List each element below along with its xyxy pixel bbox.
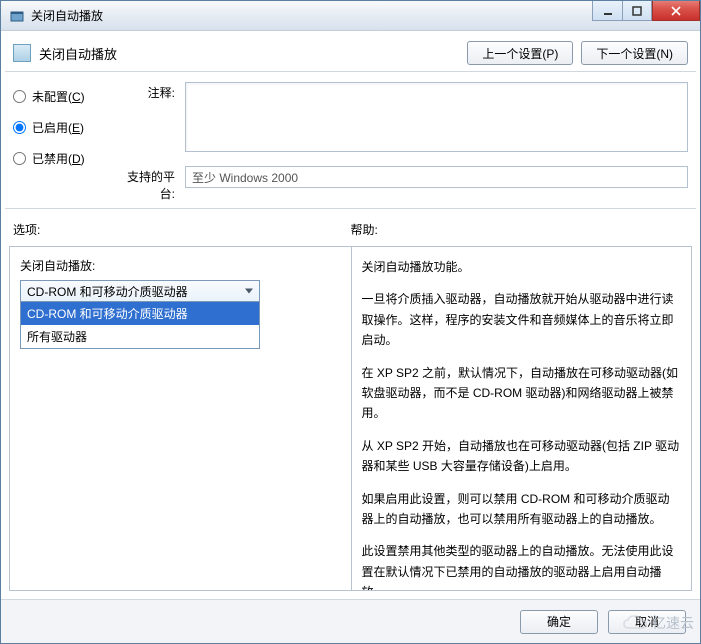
help-paragraph: 从 XP SP2 开始，自动播放也在可移动驱动器(包括 ZIP 驱动器和某些 U… [362,436,682,477]
radio-not-configured[interactable]: 未配置(C) [13,88,113,105]
autoplay-combobox: CD-ROM 和可移动介质驱动器 CD-ROM 和可移动介质驱动器 所有驱动器 [20,280,260,349]
radio-disabled-label: 已禁用(D) [32,150,85,167]
help-section-label: 帮助: [351,221,689,238]
titlebar: 关闭自动播放 [1,1,700,31]
help-paragraph: 如果启用此设置，则可以禁用 CD-ROM 和可移动介质驱动器上的自动播放，也可以… [362,489,682,530]
state-radio-group: 未配置(C) 已启用(E) 已禁用(D) [13,82,113,202]
comment-grid: 注释: 支持的平台: 至少 Windows 2000 [113,82,688,202]
radio-enabled[interactable]: 已启用(E) [13,119,113,136]
divider [5,208,696,209]
combobox-dropdown: CD-ROM 和可移动介质驱动器 所有驱动器 [20,302,260,349]
close-button[interactable] [652,1,700,21]
cancel-button[interactable]: 取消 [608,610,686,634]
config-section: 未配置(C) 已启用(E) 已禁用(D) 注释: 支持的平台: 至少 Windo… [1,72,700,208]
page-title: 关闭自动播放 [39,44,117,63]
window-controls [592,1,700,21]
split-panels: 关闭自动播放: CD-ROM 和可移动介质驱动器 CD-ROM 和可移动介质驱动… [1,242,700,599]
minimize-button[interactable] [592,1,622,21]
minimize-icon [603,6,613,16]
combobox-option[interactable]: 所有驱动器 [21,325,259,348]
maximize-button[interactable] [622,1,652,21]
radio-disabled[interactable]: 已禁用(D) [13,150,113,167]
help-panel: 关闭自动播放功能。 一旦将介质插入驱动器，自动播放就开始从驱动器中进行读取操作。… [351,246,693,591]
help-text: 关闭自动播放功能。 一旦将介质插入驱动器，自动播放就开始从驱动器中进行读取操作。… [362,257,682,591]
comment-label: 注释: [113,82,185,101]
combobox-field[interactable]: CD-ROM 和可移动介质驱动器 [20,280,260,302]
radio-disabled-input[interactable] [13,152,26,165]
radio-not-configured-label: 未配置(C) [32,88,85,105]
dialog-footer: 确定 取消 [1,599,700,643]
next-setting-button[interactable]: 下一个设置(N) [581,41,688,65]
options-panel: 关闭自动播放: CD-ROM 和可移动介质驱动器 CD-ROM 和可移动介质驱动… [9,246,351,591]
policy-icon [13,44,31,62]
nav-buttons: 上一个设置(P) 下一个设置(N) [467,41,688,65]
maximize-icon [632,6,642,16]
help-paragraph: 此设置禁用其他类型的驱动器上的自动播放。无法使用此设置在默认情况下已禁用的自动播… [362,541,682,591]
radio-not-configured-input[interactable] [13,90,26,103]
help-paragraph: 关闭自动播放功能。 [362,257,682,277]
combobox-option[interactable]: CD-ROM 和可移动介质驱动器 [21,302,259,325]
platform-label: 支持的平台: [113,166,185,202]
app-icon [9,8,25,24]
options-section-label: 选项: [13,221,351,238]
section-labels: 选项: 帮助: [1,213,700,242]
header: 关闭自动播放 上一个设置(P) 下一个设置(N) [1,31,700,71]
close-icon [671,6,681,16]
option-title: 关闭自动播放: [20,257,341,274]
platform-value: 至少 Windows 2000 [185,166,688,188]
help-paragraph: 一旦将介质插入驱动器，自动播放就开始从驱动器中进行读取操作。这样，程序的安装文件… [362,289,682,350]
radio-enabled-input[interactable] [13,121,26,134]
dialog-window: 关闭自动播放 关闭自动播放 上一个设置(P) 下一个设置(N) [0,0,701,644]
radio-enabled-label: 已启用(E) [32,119,84,136]
comment-textarea[interactable] [185,82,688,152]
window-title: 关闭自动播放 [31,7,103,24]
ok-button[interactable]: 确定 [520,610,598,634]
help-paragraph: 在 XP SP2 之前，默认情况下，自动播放在可移动驱动器(如软盘驱动器，而不是… [362,363,682,424]
previous-setting-button[interactable]: 上一个设置(P) [467,41,573,65]
